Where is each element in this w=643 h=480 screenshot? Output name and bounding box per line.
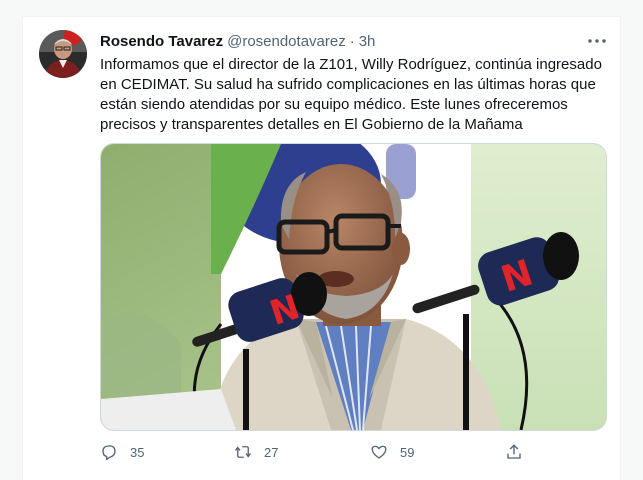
tweet-card[interactable]: Rosendo Tavarez @rosendotavarez · 3h Inform… — [22, 16, 621, 480]
heart-icon — [371, 445, 387, 459]
tweet-photo[interactable]: N N — [100, 143, 607, 431]
author-display-name[interactable]: Rosendo Tavarez — [100, 33, 223, 50]
separator-dot: · — [349, 33, 355, 50]
like-count: 59 — [400, 444, 415, 460]
share-button[interactable] — [505, 441, 523, 463]
photo-man-speaking-at-microphones: N N — [101, 144, 606, 430]
tweet-text: Informamos que el director de la Z101, W… — [100, 56, 602, 133]
retweet-icon — [234, 446, 252, 458]
retweet-count: 27 — [264, 444, 279, 460]
like-button[interactable]: 59 — [370, 441, 414, 463]
reply-icon — [102, 445, 116, 461]
retweet-button[interactable]: 27 — [234, 441, 278, 463]
tweet-header: Rosendo Tavarez @rosendotavarez · 3h — [100, 32, 375, 52]
tweet-timestamp[interactable]: 3h — [359, 33, 376, 50]
reply-count: 35 — [130, 444, 145, 460]
reply-button[interactable]: 35 — [100, 441, 144, 463]
more-options-button[interactable] — [586, 31, 608, 51]
tweet-actions: 35 27 59 — [100, 441, 560, 463]
avatar-image — [39, 30, 87, 78]
author-handle[interactable]: @rosendotavarez — [227, 33, 346, 50]
share-icon — [507, 444, 521, 459]
more-dots-icon — [588, 39, 606, 43]
avatar[interactable] — [39, 30, 87, 78]
